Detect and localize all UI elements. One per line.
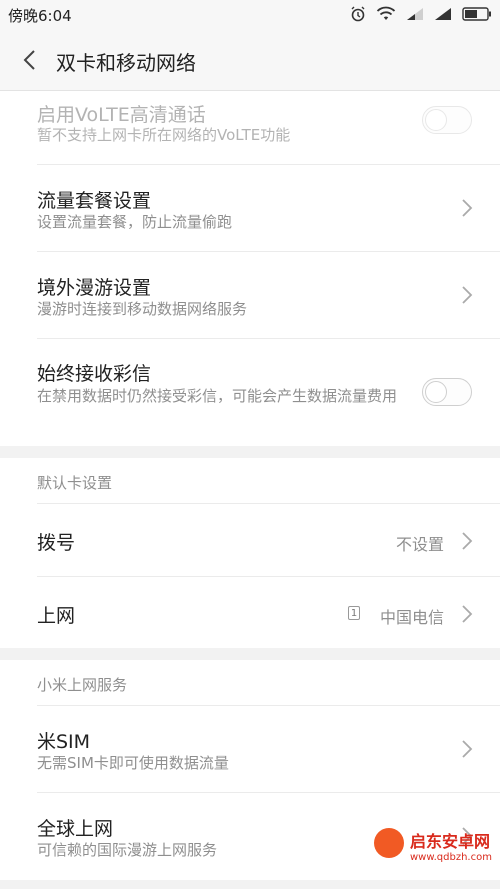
title-bar: 双卡和移动网络 [0,30,500,91]
watermark-logo-icon [374,828,404,858]
chevron-right-icon [462,199,473,217]
chevron-right-icon [462,740,473,758]
volte-toggle[interactable] [422,106,472,134]
volte-setting-row: 启用VoLTE高清通话 暂不支持上网卡所在网络的VoLTE功能 [0,91,500,164]
data-plan-title: 流量套餐设置 [37,190,152,212]
dial-title: 拨号 [37,532,76,554]
data-card-title: 上网 [37,605,76,627]
watermark-text: 启东安卓网 [410,832,491,851]
status-bar: 傍晚6:04 [0,0,500,30]
watermark: 启东安卓网 www.qdbzh.com [372,824,496,886]
roaming-title: 境外漫游设置 [37,277,152,299]
chevron-right-icon [462,605,473,623]
data-card-setting-row[interactable]: 上网 1 中国电信 [0,577,500,648]
network-settings-section: 启用VoLTE高清通话 暂不支持上网卡所在网络的VoLTE功能 流量套餐设置 设… [0,91,500,446]
signal-icon-2 [435,8,451,20]
volte-subtitle: 暂不支持上网卡所在网络的VoLTE功能 [37,126,291,144]
chevron-right-icon [462,286,473,304]
global-internet-title: 全球上网 [37,818,114,840]
global-internet-subtitle: 可信赖的国际漫游上网服务 [37,841,218,859]
status-icons [350,6,492,22]
back-arrow-icon[interactable] [16,46,44,74]
watermark-url: www.qdbzh.com [410,852,492,863]
mi-sim-title: 米SIM [37,731,91,753]
mms-setting-row: 始终接收彩信 在禁用数据时仍然接受彩信，可能会产生数据流量费用 [0,339,500,446]
data-plan-subtitle: 设置流量套餐，防止流量偷跑 [37,213,233,231]
sim-slot-badge: 1 [348,606,360,620]
signal-icon [407,8,423,20]
toggle-knob [425,109,447,131]
data-plan-setting-row[interactable]: 流量套餐设置 设置流量套餐，防止流量偷跑 [0,165,500,251]
toggle-knob [425,381,447,403]
chevron-right-icon [462,532,473,550]
page-title: 双卡和移动网络 [56,51,196,75]
mms-title: 始终接收彩信 [37,363,152,385]
mms-toggle[interactable] [422,378,472,406]
mms-subtitle: 在禁用数据时仍然接受彩信，可能会产生数据流量费用 [37,387,398,405]
wifi-icon [376,6,396,20]
default-card-section: 默认卡设置 拨号 不设置 上网 1 中国电信 [0,458,500,648]
default-card-header: 默认卡设置 [37,474,113,492]
roaming-subtitle: 漫游时连接到移动数据网络服务 [37,300,248,318]
data-card-value: 中国电信 [379,608,444,627]
mi-services-header: 小米上网服务 [37,676,128,694]
volte-title: 启用VoLTE高清通话 [37,104,206,126]
dial-setting-row[interactable]: 拨号 不设置 [0,504,500,576]
mi-sim-row[interactable]: 米SIM 无需SIM卡即可使用数据流量 [0,706,500,792]
status-time: 傍晚6:04 [8,7,72,25]
roaming-setting-row[interactable]: 境外漫游设置 漫游时连接到移动数据网络服务 [0,252,500,338]
battery-icon [462,7,491,21]
alarm-icon [351,6,365,22]
mi-sim-subtitle: 无需SIM卡即可使用数据流量 [37,754,229,772]
dial-value: 不设置 [395,535,444,554]
